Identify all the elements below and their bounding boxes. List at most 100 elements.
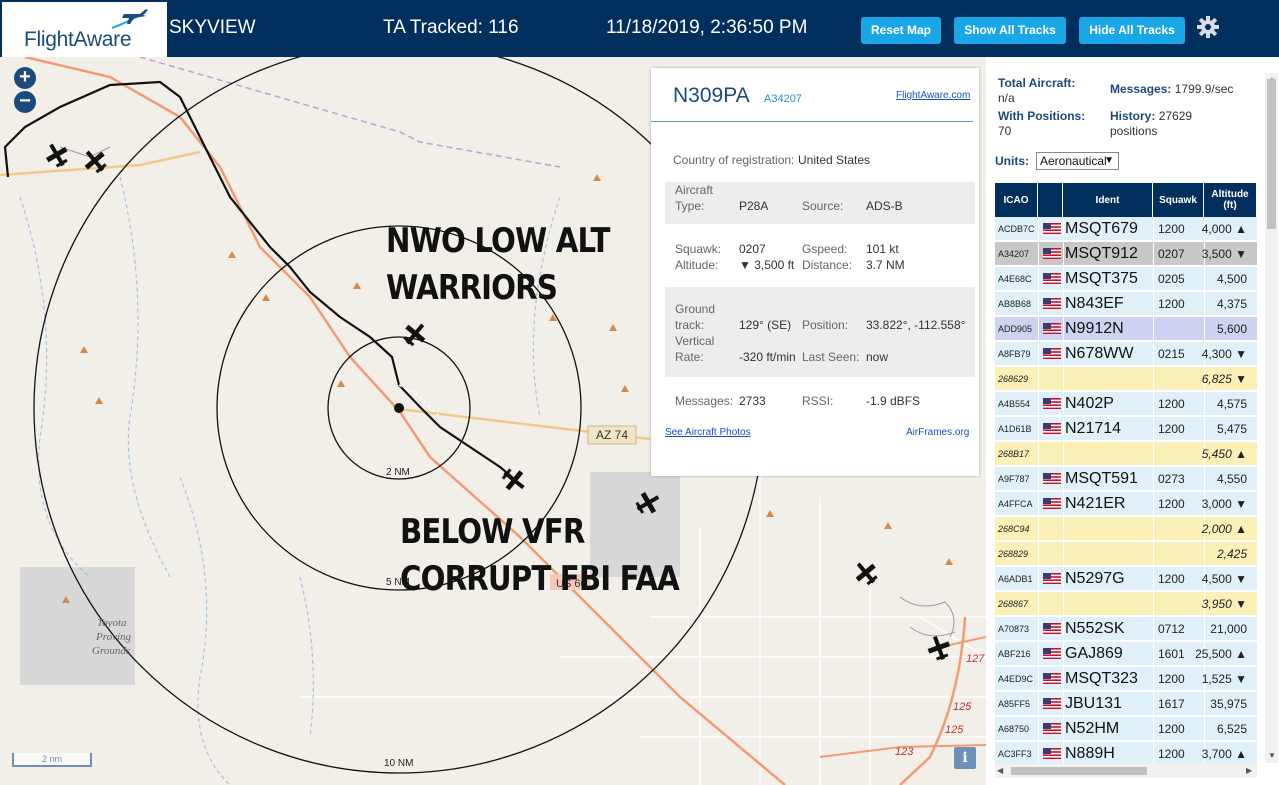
aircraft-icon[interactable] xyxy=(850,557,882,590)
cell-squawk: 0712 xyxy=(1158,622,1185,636)
us-flag-icon xyxy=(1043,348,1061,359)
table-row[interactable]: 268C94 2,000 ▲ xyxy=(995,517,1257,541)
horizontal-scroll-thumb[interactable] xyxy=(1011,767,1147,775)
cell-altitude: 4,375 xyxy=(1216,297,1247,311)
distance-label: Distance: xyxy=(802,258,853,272)
table-row[interactable]: A6ADB1 N5297G 1200 4,500 ▼ xyxy=(995,567,1257,591)
flightaware-link[interactable]: FlightAware.com xyxy=(896,90,970,101)
cell-icao: A8FB79 xyxy=(998,349,1031,359)
track-value: 129° (SE) xyxy=(739,318,792,332)
table-row[interactable]: A8FB79 N678WW 0215 4,300 ▼ xyxy=(995,342,1257,366)
horizontal-scrollbar[interactable]: ◀ ▶ xyxy=(995,764,1257,778)
table-row[interactable]: A4FFCA N421ER 1200 3,000 ▼ xyxy=(995,492,1257,516)
table-row[interactable]: A70873 N552SK 0712 21,000 xyxy=(995,617,1257,641)
cell-ident: N421ER xyxy=(1065,495,1126,512)
col-ident[interactable]: Ident xyxy=(1063,183,1153,217)
vertical-scroll-thumb[interactable] xyxy=(1267,79,1276,229)
cell-squawk: 1601 xyxy=(1158,647,1185,661)
cell-squawk: 1200 xyxy=(1158,222,1185,236)
aircraft-type-label-2: Type: xyxy=(675,199,705,213)
zoom-out-button[interactable]: − xyxy=(14,91,36,113)
aircraft-icon[interactable] xyxy=(79,145,111,178)
table-row[interactable]: ABF216 GAJ869 1601 25,500 ▲ xyxy=(995,642,1257,666)
airspace-boundary xyxy=(139,57,561,168)
table-row[interactable]: AB8B68 N843EF 1200 4,375 xyxy=(995,292,1257,316)
hwy-125-label-2: 125 xyxy=(945,724,964,736)
cell-altitude: 5,475 xyxy=(1216,422,1247,436)
col-icao[interactable]: ICAO xyxy=(995,183,1038,217)
cell-icao: 268C94 xyxy=(998,524,1030,534)
history-stat: History: 27629 positions xyxy=(1110,109,1192,139)
with-positions-label: With Positions: xyxy=(998,109,1086,123)
aircraft-list-panel: Total Aircraft: n/a Messages: 1799.9/sec… xyxy=(986,57,1279,785)
table-row[interactable]: ACDB7C MSQT679 1200 4,000 ▲ xyxy=(995,217,1257,241)
popup-divider xyxy=(651,121,973,122)
gear-icon[interactable] xyxy=(1196,15,1220,39)
top-bar: FlightAware SKYVIEW TA Tracked: 116 11/1… xyxy=(0,0,1279,57)
cell-altitude: 6,525 xyxy=(1216,722,1247,736)
col-squawk[interactable]: Squawk xyxy=(1153,183,1204,217)
cell-squawk: 1200 xyxy=(1158,422,1185,436)
aircraft-icon[interactable] xyxy=(41,139,72,171)
az74-label: AZ 74 xyxy=(596,428,628,442)
us-flag-icon xyxy=(1043,673,1061,684)
table-row[interactable]: A4E68C MSQT375 0205 4,500 xyxy=(995,267,1257,291)
rssi-label: RSSI: xyxy=(802,394,834,408)
col-altitude[interactable]: Altitude (ft) xyxy=(1204,183,1257,217)
table-row[interactable]: 268B17 5,450 ▲ xyxy=(995,442,1257,466)
units-select[interactable]: Aeronautical ▼ xyxy=(1036,152,1119,170)
scroll-down-icon[interactable]: ▼ xyxy=(1268,751,1276,760)
cell-icao: A68750 xyxy=(998,724,1030,734)
aircraft-icon[interactable] xyxy=(925,633,954,663)
table-row[interactable]: A34207 MSQT912 0207 3,500 ▼ xyxy=(995,242,1257,266)
us-flag-icon xyxy=(1043,498,1061,509)
popup-hex[interactable]: A34207 xyxy=(764,93,802,105)
with-positions-stat: With Positions: 70 xyxy=(998,109,1085,139)
cell-altitude: 2,425 xyxy=(1216,547,1247,561)
cell-squawk: 0205 xyxy=(1158,272,1185,286)
us-flag-icon xyxy=(1043,423,1061,434)
aircraft-icon[interactable] xyxy=(399,318,431,351)
table-row[interactable]: A85FF5 JBU131 1617 35,975 xyxy=(995,692,1257,716)
cell-ident: N5297G xyxy=(1065,570,1125,587)
place-label-2: Proving xyxy=(95,631,132,643)
flightaware-logo[interactable]: FlightAware xyxy=(2,2,167,57)
table-row[interactable]: A4B554 N402P 1200 4,575 xyxy=(995,392,1257,416)
table-row[interactable]: A68750 N52HM 1200 6,525 xyxy=(995,717,1257,741)
show-all-tracks-button[interactable]: Show All Tracks xyxy=(954,17,1066,44)
table-row[interactable]: 268867 3,950 ▼ xyxy=(995,592,1257,616)
lastseen-value: now xyxy=(866,350,889,364)
cell-squawk: 1200 xyxy=(1158,497,1185,511)
airframes-link[interactable]: AirFrames.org xyxy=(906,427,969,438)
map-info-button[interactable]: i xyxy=(954,747,976,769)
cell-ident: MSQT912 xyxy=(1065,245,1138,262)
aircraft-photos-link[interactable]: See Aircraft Photos xyxy=(665,427,751,438)
hide-all-tracks-button[interactable]: Hide All Tracks xyxy=(1079,17,1185,44)
messages-stat-label: Messages: xyxy=(1110,82,1172,96)
table-row[interactable]: A4ED9C MSQT323 1200 1,525 ▼ xyxy=(995,667,1257,691)
cell-icao: 268629 xyxy=(998,374,1029,384)
vertical-scrollbar[interactable]: ▲ ▼ xyxy=(1265,73,1278,763)
table-row[interactable]: A9F787 MSQT591 0273 4,550 xyxy=(995,467,1257,491)
cell-icao: AC3FF3 xyxy=(998,749,1032,759)
cell-squawk: 0273 xyxy=(1158,472,1185,486)
reset-map-button[interactable]: Reset Map xyxy=(861,17,941,44)
table-row[interactable]: ADD905 N9912N 5,600 xyxy=(995,317,1257,341)
cell-icao: A4ED9C xyxy=(998,674,1034,684)
altitude-value: ▼ 3,500 ft xyxy=(739,258,795,272)
scroll-left-icon[interactable]: ◀ xyxy=(997,766,1003,775)
total-aircraft-label: Total Aircraft: xyxy=(998,76,1076,90)
table-row[interactable]: A1D61B N21714 1200 5,475 xyxy=(995,417,1257,441)
cell-icao: A4FFCA xyxy=(998,499,1033,509)
logo-text: FlightAware xyxy=(24,28,132,51)
position-label: Position: xyxy=(802,318,849,332)
cell-ident: MSQT323 xyxy=(1065,670,1138,687)
table-row[interactable]: 268829 2,425 xyxy=(995,542,1257,566)
table-row[interactable]: AC3FF3 N889H 1200 3,700 ▲ xyxy=(995,742,1257,764)
col-flag[interactable] xyxy=(1038,183,1063,217)
table-row[interactable]: 268629 6,825 ▼ xyxy=(995,367,1257,391)
cell-icao: ADD905 xyxy=(998,324,1033,334)
cell-icao: ACDB7C xyxy=(998,224,1035,234)
scroll-right-icon[interactable]: ▶ xyxy=(1246,766,1252,775)
zoom-in-button[interactable]: + xyxy=(14,67,36,89)
